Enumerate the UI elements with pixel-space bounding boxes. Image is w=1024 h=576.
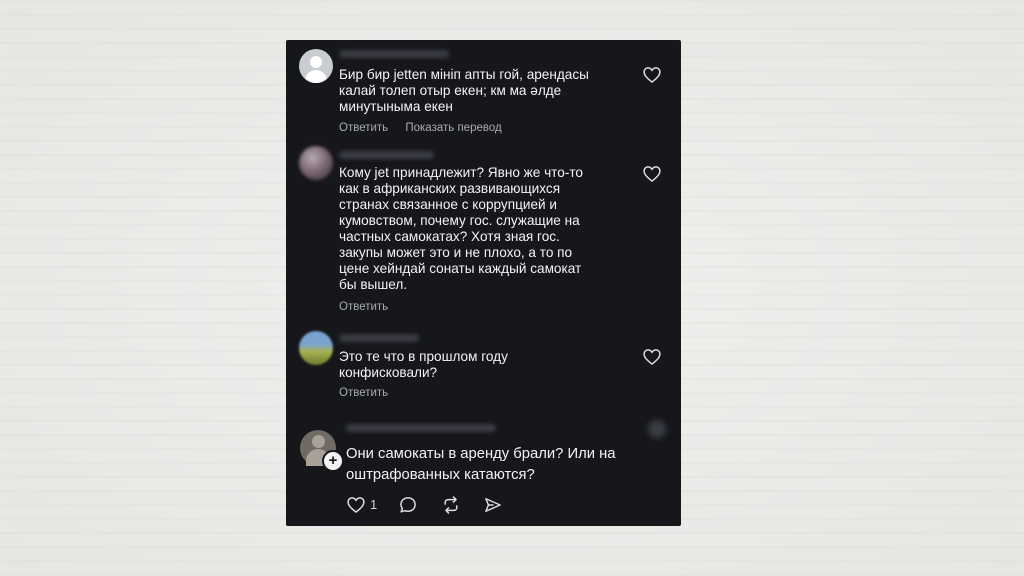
show-translation-link[interactable]: Показать перевод	[405, 122, 501, 134]
comment-text: Это те что в прошлом году конфисковали?	[339, 349, 508, 380]
username-blurred	[339, 151, 434, 159]
comment-text: Бир бир jetten мініп апты гой, арендасы …	[339, 67, 589, 114]
share-button[interactable]	[483, 495, 503, 515]
avatar-photo[interactable]	[299, 331, 333, 365]
comment-actions: Ответить	[339, 387, 402, 399]
plus-icon[interactable]: +	[322, 450, 344, 472]
heart-icon	[346, 495, 366, 515]
reply-link[interactable]: Ответить	[339, 387, 388, 399]
reply-link[interactable]: Ответить	[339, 301, 388, 313]
more-options-icon[interactable]	[648, 420, 666, 438]
comment-actions: Ответить	[339, 301, 402, 313]
heart-icon[interactable]	[642, 347, 662, 367]
heart-icon[interactable]	[642, 164, 662, 184]
avatar-default-icon[interactable]	[299, 49, 333, 83]
comment-text: Кому jet принадлежит? Явно же что-то как…	[339, 165, 583, 292]
username-blurred	[339, 334, 419, 342]
comment-actions: Ответить Показать перевод	[339, 122, 516, 134]
reply-button[interactable]	[398, 495, 418, 515]
like-count: 1	[370, 497, 378, 512]
like-button[interactable]: 1	[346, 495, 386, 515]
username-blurred	[346, 424, 496, 432]
avatar-photo[interactable]	[299, 146, 333, 180]
repost-button[interactable]	[441, 495, 461, 515]
post-text: Они самокаты в аренду брали? Или на оштр…	[346, 446, 616, 483]
send-icon	[483, 495, 503, 515]
comments-panel: Бир бир jetten мініп апты гой, арендасы …	[286, 40, 681, 526]
heart-icon[interactable]	[642, 65, 662, 85]
speech-bubble-icon	[398, 495, 418, 515]
reply-link[interactable]: Ответить	[339, 122, 388, 134]
username-blurred	[339, 50, 449, 58]
post-action-bar: 1	[346, 495, 646, 515]
repost-icon	[441, 495, 461, 515]
